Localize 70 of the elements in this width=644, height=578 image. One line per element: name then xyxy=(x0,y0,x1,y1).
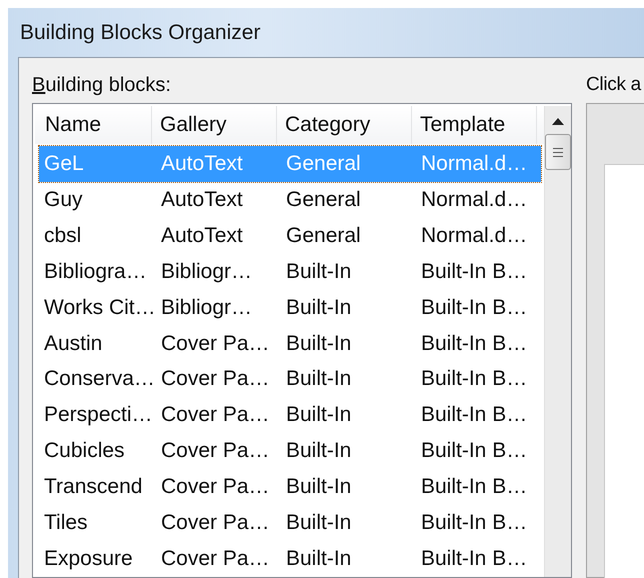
table-cell-text: Normal.d… xyxy=(420,224,528,248)
table-cell-text: Built-In B… xyxy=(420,403,528,428)
table-cell-text: Built-In xyxy=(285,367,352,392)
table-cell-text: General xyxy=(285,152,362,176)
table-cell-text: Built-In xyxy=(285,296,352,320)
table-cell-text: Exposure xyxy=(43,547,134,572)
list-row[interactable]: Tiles Cover Pa… Built-In Built-In B… xyxy=(39,505,541,542)
list-row[interactable]: Conserva… Cover Pa… Built-In Built-In B… xyxy=(39,362,541,398)
list-row[interactable]: Exposure Cover Pa… Built-In Built-In B… xyxy=(39,541,541,577)
table-cell-text: Built-In B… xyxy=(420,296,528,320)
table-cell-text: Built-In B… xyxy=(420,511,528,536)
table-cell-text: Built-In B… xyxy=(420,332,528,356)
column-header[interactable]: Gallery xyxy=(152,106,277,144)
table-cell-text: Cover Pa… xyxy=(160,547,271,572)
column-header[interactable]: Category xyxy=(277,106,412,144)
table-cell-text: Built-In xyxy=(285,403,352,428)
list-row[interactable]: Works Cit… Bibliogr… Built-In Built-In B… xyxy=(39,290,541,326)
table-cell-text: Transcend xyxy=(43,475,144,500)
table-cell-text: Cover Pa… xyxy=(160,511,271,536)
table-cell-text: Built-In B… xyxy=(420,547,528,572)
table-cell-text: Built-In xyxy=(285,547,352,572)
table-cell-text: Perspecti… xyxy=(43,403,154,428)
table-cell-text: Guy xyxy=(43,188,84,212)
table-cell-text: Tiles xyxy=(43,511,89,536)
table-cell-text: Built-In xyxy=(285,260,352,284)
table-cell-text: cbsl xyxy=(43,224,82,248)
table-cell-text: Built-In xyxy=(285,511,352,536)
table-cell-text: Built-In B… xyxy=(420,260,528,284)
building-blocks-list[interactable] xyxy=(32,103,572,578)
list-row[interactable]: Perspecti… Cover Pa… Built-In Built-In B… xyxy=(39,397,541,434)
table-cell-text: Cover Pa… xyxy=(160,332,271,356)
column-header[interactable]: Name xyxy=(35,106,152,144)
list-row[interactable]: cbsl AutoText General Normal.d… xyxy=(39,218,541,254)
table-cell-text: Bibliogr… xyxy=(160,260,254,284)
table-cell-text: Bibliogr… xyxy=(160,296,254,320)
list-row[interactable]: Austin Cover Pa… Built-In Built-In B… xyxy=(39,326,541,362)
table-cell-text: Conserva… xyxy=(43,367,156,392)
table-cell-text: Cover Pa… xyxy=(160,367,271,392)
table-cell-text: Normal.d… xyxy=(420,152,528,176)
preview-label: Click a xyxy=(586,73,642,96)
table-cell-text: Built-In B… xyxy=(420,367,528,392)
table-cell-text: AutoText xyxy=(160,224,244,248)
table-cell-text: Cover Pa… xyxy=(160,439,271,464)
table-cell-text: Cover Pa… xyxy=(160,403,271,428)
column-header[interactable]: Template xyxy=(412,106,537,144)
table-cell-text: General xyxy=(285,224,362,248)
table-cell-text: AutoText xyxy=(160,152,244,176)
scroll-up-icon[interactable] xyxy=(550,116,566,126)
table-cell-text: Cubicles xyxy=(43,439,126,464)
scroll-thumb[interactable] xyxy=(545,134,571,170)
table-cell-text: Bibliogra… xyxy=(43,260,148,284)
table-cell-text: GeL xyxy=(43,152,85,176)
table-cell-text: Built-In xyxy=(285,475,352,500)
list-row[interactable]: Guy AutoText General Normal.d… xyxy=(39,182,541,218)
scrollbar[interactable] xyxy=(544,106,571,577)
table-cell-text: General xyxy=(285,188,362,212)
table-cell-text: AutoText xyxy=(160,188,244,212)
table-cell-text: Works Cit… xyxy=(43,296,156,320)
window-title: Building Blocks Organizer xyxy=(19,20,262,46)
table-cell-text: Built-In xyxy=(285,439,352,464)
table-cell-text: Normal.d… xyxy=(420,188,528,212)
table-cell-text: Built-In B… xyxy=(420,475,528,500)
list-row[interactable]: Cubicles Cover Pa… Built-In Built-In B… xyxy=(39,433,541,470)
table-cell-text: Built-In xyxy=(285,332,352,356)
table-cell-text: Cover Pa… xyxy=(160,475,271,500)
list-row[interactable]: Bibliogra… Bibliogr… Built-In Built-In B… xyxy=(39,254,541,290)
table-cell-text: Built-In B… xyxy=(420,439,528,464)
list-label: Building blocks: xyxy=(32,73,172,96)
table-cell-text: Austin xyxy=(43,332,104,356)
list-row[interactable]: Transcend Cover Pa… Built-In Built-In B… xyxy=(39,469,541,506)
